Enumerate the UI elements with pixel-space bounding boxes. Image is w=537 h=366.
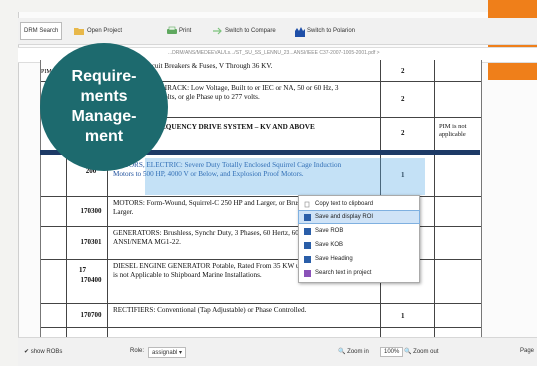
row-number: 170700 <box>80 311 102 319</box>
text-selection-highlight <box>145 158 425 195</box>
row-note: PIM is not applicable <box>439 123 467 138</box>
row-number: 170300 <box>80 207 102 215</box>
open-project-button[interactable]: Open Project <box>74 24 122 38</box>
switch-compare-button[interactable]: Switch to Compare <box>212 24 276 38</box>
zoom-out-icon: 🔍 <box>404 349 412 355</box>
folder-icon <box>74 26 84 36</box>
context-menu: Copy text to clipboard Save and display … <box>298 195 420 283</box>
row-count: 2 <box>401 95 405 103</box>
switch-compare-label: Switch to Compare <box>225 28 276 34</box>
show-robs-label: show ROBs <box>30 349 63 355</box>
checkmark-icon: ✔ <box>24 349 30 355</box>
row-number: 170301 <box>80 238 102 246</box>
menu-item-save-rob[interactable]: Save ROB <box>299 225 419 237</box>
menu-item-save-display-roi[interactable]: Save and display ROI <box>298 210 420 224</box>
page-label: Page <box>520 348 535 354</box>
save-display-icon <box>304 213 311 221</box>
zoom-out-button[interactable]: 🔍 Zoom out <box>404 348 439 355</box>
save-heading-icon <box>304 255 311 263</box>
row-count: 2 <box>401 67 405 75</box>
menu-item-save-kob[interactable]: Save KOB <box>299 239 419 251</box>
row-number: 170400 <box>80 276 102 284</box>
row-count: 2 <box>401 129 405 137</box>
row-count: 1 <box>401 312 405 320</box>
toolbar: DRM Search Open Project Print Switch to … <box>18 18 537 45</box>
tab-drm-search[interactable]: DRM Search <box>20 22 63 40</box>
status-bar: ✔ show ROBs Role: assignabl ▾ 🔍 Zoom in … <box>18 337 537 366</box>
zoom-in-button[interactable]: 🔍 Zoom in <box>338 348 369 355</box>
printer-icon <box>166 26 177 36</box>
role-value: assignabl <box>152 350 178 356</box>
menu-item-label: Save Heading <box>315 256 353 262</box>
save-rob-icon <box>304 227 311 235</box>
document-path: ...DRM/ANS/MEDEEVAL/Ls.../ST_SU_SS_LENNU… <box>168 50 380 56</box>
print-button[interactable]: Print <box>166 24 191 38</box>
save-kob-icon <box>304 241 311 249</box>
role-label: Role: <box>130 348 145 354</box>
open-project-label: Open Project <box>87 28 123 34</box>
menu-item-search-project[interactable]: Search text in project <box>299 267 419 279</box>
switch-polarion-button[interactable]: Switch to Polarion <box>294 24 355 38</box>
badge-text: Require-ments Manage-ment <box>71 68 137 145</box>
print-label: Print <box>179 28 192 34</box>
group-number: 17 <box>79 266 86 274</box>
menu-item-label: Search text in project <box>315 270 372 276</box>
zoom-level[interactable]: 100% <box>380 347 404 357</box>
menu-item-label: Save and display ROI <box>315 214 374 220</box>
tab-label: DRM Search <box>24 28 59 34</box>
switch-polarion-label: Switch to Polarion <box>307 28 356 34</box>
menu-item-label: Copy text to clipboard <box>315 201 374 207</box>
chevron-down-icon: ▾ <box>179 350 183 356</box>
zoom-out-label: Zoom out <box>413 349 439 355</box>
copy-icon <box>304 201 311 208</box>
table-divider <box>434 60 435 338</box>
row-description: RECTIFIERS: Conventional (Tap Adjustable… <box>113 306 307 314</box>
zoom-in-icon: 🔍 <box>338 349 346 355</box>
menu-item-label: Save KOB <box>315 242 344 248</box>
role-select[interactable]: assignabl ▾ <box>148 347 187 358</box>
requirements-management-badge: Require-ments Manage-ment <box>40 43 168 171</box>
compare-icon <box>212 26 222 36</box>
menu-item-save-heading[interactable]: Save Heading <box>299 253 419 265</box>
menu-item-label: Save ROB <box>315 228 344 234</box>
menu-item-copy-text[interactable]: Copy text to clipboard <box>299 198 419 210</box>
zoom-in-label: Zoom in <box>347 349 369 355</box>
search-project-icon <box>304 269 311 277</box>
polarion-icon <box>294 26 305 37</box>
show-robs-toggle[interactable]: ✔ show ROBs <box>24 348 62 355</box>
